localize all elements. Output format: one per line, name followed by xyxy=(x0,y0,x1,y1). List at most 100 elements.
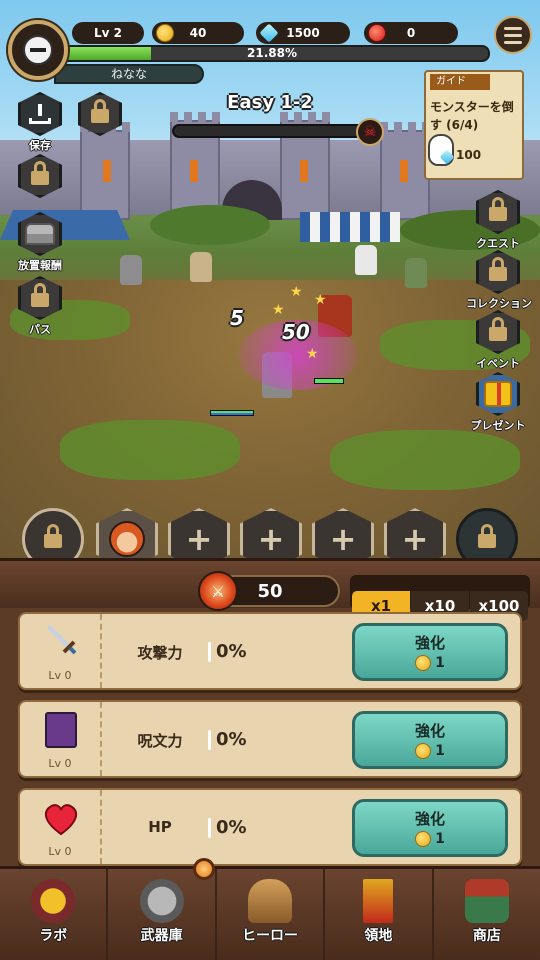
stage-title: Easy 1-2 xyxy=(227,92,313,113)
ruby-display[interactable]: 0 xyxy=(364,22,458,44)
star-icon: ★ xyxy=(314,292,327,308)
upgrade-cost: 1 xyxy=(435,655,445,671)
hero-portrait-icon xyxy=(109,521,145,557)
upgrade-name: 呪文力 xyxy=(137,732,183,750)
nav-label: 武器庫 xyxy=(140,928,183,944)
gold-amount: 40 xyxy=(189,26,207,40)
diamond-icon xyxy=(259,23,279,43)
ruby-amount: 0 xyxy=(406,26,416,40)
coin-icon xyxy=(156,24,174,42)
lock-icon xyxy=(489,257,507,281)
multiplier-selector: x1 x10 x100 xyxy=(350,575,530,621)
upgrade-value: 0% xyxy=(216,817,247,838)
quest-button[interactable]: クエスト xyxy=(466,190,530,251)
save-icon-frame xyxy=(18,92,62,136)
menu-button[interactable] xyxy=(494,16,532,54)
coin-icon xyxy=(415,655,432,671)
grass-patch xyxy=(60,420,240,480)
nav-armory[interactable]: 武器庫 xyxy=(108,869,217,960)
collection-label: コレクション xyxy=(466,297,532,310)
shop-icon xyxy=(464,879,509,923)
nav-territory[interactable]: 領地 xyxy=(325,869,434,960)
damage-number: 50 xyxy=(282,320,310,344)
nav-label: 商店 xyxy=(472,928,501,944)
locked-feature-button[interactable] xyxy=(8,154,72,198)
player-avatar[interactable] xyxy=(8,20,68,80)
castle-banner xyxy=(190,160,198,182)
save-button[interactable]: 保存 xyxy=(8,92,72,153)
collection-button[interactable]: コレクション xyxy=(466,250,532,311)
lock-icon xyxy=(44,524,62,548)
gem-display[interactable]: 1500 xyxy=(256,22,350,44)
enemy-hp-bar xyxy=(314,378,344,384)
pass-label: パス xyxy=(29,323,51,336)
level-text: Lv 2 xyxy=(94,26,122,40)
coin-icon xyxy=(415,743,432,759)
download-icon xyxy=(29,104,51,124)
power-value: 50 xyxy=(257,580,283,602)
ruby-icon xyxy=(368,24,386,42)
upgrade-button-label: 強化 xyxy=(414,810,445,828)
gift-icon xyxy=(484,381,512,407)
sword-icon xyxy=(47,625,77,655)
grass-patch xyxy=(330,430,520,490)
hero-helmet-icon xyxy=(248,879,293,923)
heart-icon xyxy=(44,804,78,836)
spellbook-icon xyxy=(45,712,77,748)
upgrade-cost: 1 xyxy=(435,831,445,847)
chest-icon xyxy=(25,223,55,245)
upgrade-panel: ⚔ 50 x1 x10 x100 Lv 0 攻撃力 0% 強化 1 Lv 0 呪… xyxy=(0,558,540,868)
plus-icon: + xyxy=(257,520,285,558)
upgrade-value: 0% xyxy=(216,729,247,750)
game-screen: 5 50 ★ ★ ★ ★ Lv 2 40 1500 0 21.88% ねなな E… xyxy=(0,0,540,960)
nav-hero[interactable]: ヒーロー xyxy=(217,869,326,960)
player-name: ねなな xyxy=(54,64,204,84)
nav-label: ラボ xyxy=(39,928,68,944)
castle-banner xyxy=(300,160,308,182)
idle-reward-label: 放置報酬 xyxy=(18,259,62,272)
lock-icon xyxy=(478,524,496,548)
nav-shop[interactable]: 商店 xyxy=(434,869,540,960)
upgrade-level: Lv 0 xyxy=(48,757,72,770)
power-display: ⚔ 50 xyxy=(198,571,340,611)
present-button[interactable]: プレゼント xyxy=(466,372,530,433)
upgrade-attack-button[interactable]: 強化 1 xyxy=(352,623,508,681)
upgrade-spell-button[interactable]: 強化 1 xyxy=(352,711,508,769)
bush xyxy=(150,205,270,245)
nav-lab[interactable]: ラボ xyxy=(0,869,109,960)
upgrade-name: 攻撃力 xyxy=(137,644,183,662)
event-button[interactable]: イベント xyxy=(466,310,530,371)
lock-icon xyxy=(489,317,507,341)
gold-display[interactable]: 40 xyxy=(152,22,244,44)
notification-dot xyxy=(193,858,215,880)
stage-progress-bar xyxy=(172,124,368,138)
upgrade-row-spell: Lv 0 呪文力 0% 強化 1 xyxy=(18,700,522,778)
upgrade-level: Lv 0 xyxy=(48,845,72,858)
territory-banner-icon xyxy=(363,879,394,923)
star-icon: ★ xyxy=(306,346,319,362)
event-label: イベント xyxy=(476,357,520,370)
xp-bar: 21.88% xyxy=(54,45,490,62)
lock-icon xyxy=(91,99,109,123)
hero-hp-bar xyxy=(210,410,254,416)
npc-unit xyxy=(355,245,377,275)
idle-reward-button[interactable]: 放置報酬 xyxy=(8,212,72,273)
boss-icon[interactable]: ☠ xyxy=(356,118,384,146)
locked-feature-button[interactable] xyxy=(68,92,132,136)
plus-icon: + xyxy=(329,520,357,558)
upgrade-hp-button[interactable]: 強化 1 xyxy=(352,799,508,857)
npc-unit xyxy=(405,258,427,288)
power-sword-icon: ⚔ xyxy=(198,571,238,611)
pass-button[interactable]: パス xyxy=(8,276,72,337)
gem-amount: 1500 xyxy=(286,26,320,40)
lock-icon xyxy=(489,197,507,221)
plus-icon: + xyxy=(401,520,429,558)
castle-banner xyxy=(103,160,111,182)
bottom-nav: ラボ 武器庫 ヒーロー 領地 商店 xyxy=(0,866,540,960)
guide-panel[interactable]: ガイド モンスターを倒す (6/4) 100 xyxy=(424,70,524,180)
upgrade-level: Lv 0 xyxy=(48,669,72,682)
armory-icon xyxy=(139,879,184,923)
plus-icon: + xyxy=(185,520,213,558)
menu-icon xyxy=(504,26,522,30)
level-display: Lv 2 xyxy=(72,22,144,44)
